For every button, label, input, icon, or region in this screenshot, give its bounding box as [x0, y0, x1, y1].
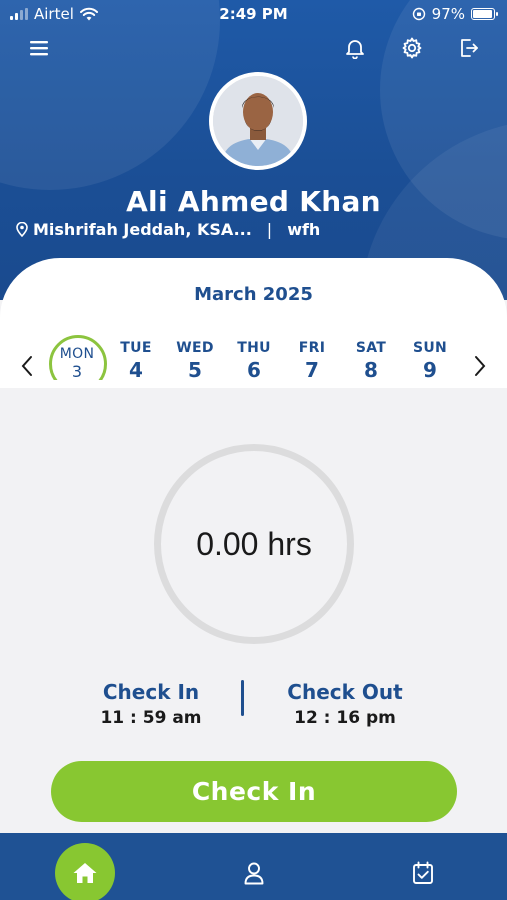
day-name: THU — [237, 340, 271, 356]
day-thu[interactable]: THU 6 — [224, 340, 284, 382]
chevron-right-icon — [475, 356, 486, 376]
battery-percent: 97% — [431, 5, 465, 23]
month-title: March 2025 — [194, 284, 313, 305]
next-week-button[interactable] — [469, 352, 491, 380]
day-name: SUN — [412, 340, 448, 356]
nav-profile[interactable] — [239, 858, 269, 888]
status-bar: Airtel 2:49 PM 97% — [0, 0, 507, 28]
hours-value: 0.00 hrs — [196, 525, 312, 562]
day-fri[interactable]: FRI 7 — [282, 340, 342, 382]
day-sun[interactable]: SUN 9 — [400, 340, 460, 382]
day-wed[interactable]: WED 5 — [165, 340, 225, 382]
check-in-button[interactable]: Check In — [51, 761, 457, 822]
day-name: TUE — [120, 340, 152, 356]
day-mon[interactable]: MON 3 — [47, 340, 107, 381]
check-in-label: Check In — [102, 680, 200, 704]
location-pin-icon — [16, 222, 28, 237]
day-number: 6 — [247, 358, 261, 382]
chevron-left-icon — [21, 356, 32, 376]
nav-attendance[interactable] — [408, 858, 438, 888]
day-number: 4 — [129, 358, 143, 382]
profile-icon — [244, 862, 264, 885]
orientation-lock-icon — [412, 7, 425, 21]
previous-week-button[interactable] — [16, 352, 38, 380]
menu-icon[interactable] — [24, 33, 54, 63]
location-separator: | — [266, 220, 273, 239]
calendar-check-icon — [413, 861, 433, 884]
logout-icon[interactable] — [454, 33, 484, 63]
decor-circle — [0, 0, 220, 190]
day-number: 9 — [423, 358, 437, 382]
profile-photo — [213, 76, 303, 166]
day-name: FRI — [298, 340, 326, 356]
day-name: SAT — [355, 340, 387, 356]
day-number: 5 — [188, 358, 202, 382]
check-out-summary: Check Out 12 : 16 pm — [245, 680, 445, 728]
day-name: WED — [176, 340, 214, 356]
hours-ring: 0.00 hrs — [154, 444, 354, 644]
location-row: Mishrifah Jeddah, KSA... | wfh — [16, 220, 320, 239]
check-out-time: 12 : 16 pm — [294, 708, 396, 728]
location-text: Mishrifah Jeddah, KSA... — [33, 220, 252, 239]
bell-icon[interactable] — [340, 33, 370, 63]
nav-home[interactable] — [55, 843, 115, 900]
summary-divider — [241, 680, 244, 716]
check-out-label: Check Out — [287, 680, 403, 704]
check-in-time: 11 : 59 am — [100, 708, 202, 728]
user-name: Ali Ahmed Khan — [126, 185, 381, 218]
day-number: 8 — [364, 358, 378, 382]
avatar[interactable] — [209, 72, 307, 170]
status-right: 97% — [412, 5, 498, 23]
gear-icon[interactable] — [397, 33, 427, 63]
day-name: MON — [59, 346, 95, 362]
battery-icon — [471, 8, 498, 20]
day-number: 7 — [305, 358, 319, 382]
home-icon — [73, 863, 97, 883]
day-number: 3 — [71, 362, 83, 381]
day-tue[interactable]: TUE 4 — [106, 340, 166, 382]
day-sat[interactable]: SAT 8 — [341, 340, 401, 382]
check-in-summary: Check In 11 : 59 am — [51, 680, 251, 728]
work-mode: wfh — [287, 220, 321, 239]
